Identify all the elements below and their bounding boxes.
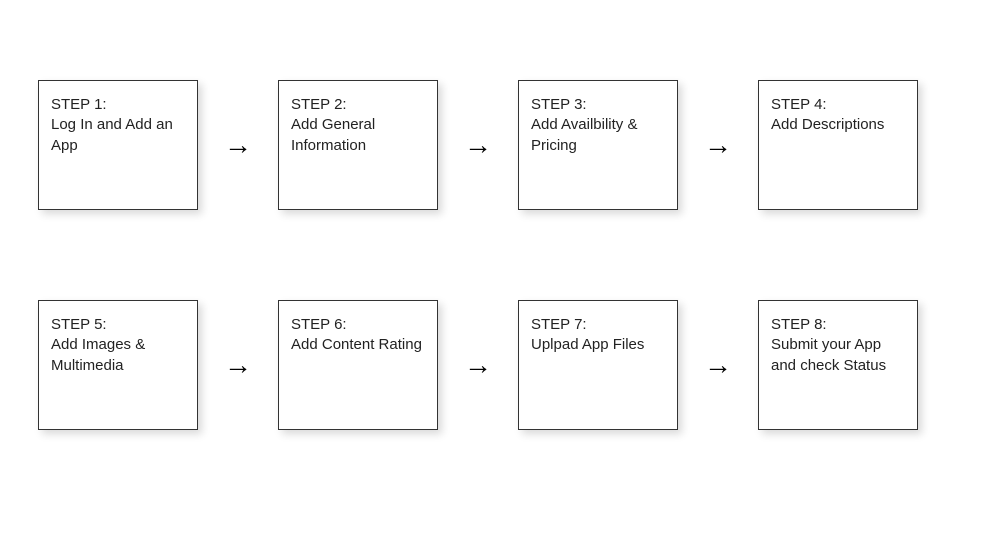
arrow-right-icon: → [678, 349, 758, 381]
step-box-4: STEP 4: Add Descriptions [758, 80, 918, 210]
step-box-3: STEP 3: Add Availbility & Pricing [518, 80, 678, 210]
step-label: STEP 7: [531, 315, 665, 335]
flow-row-1: STEP 1: Log In and Add an App → STEP 2: … [38, 80, 968, 210]
step-label: STEP 6: [291, 315, 425, 335]
arrow-right-icon: → [198, 129, 278, 161]
arrow-right-icon: → [438, 129, 518, 161]
step-box-8: STEP 8: Submit your App and check Status [758, 300, 918, 430]
step-description: Add Content Rating [291, 335, 425, 355]
step-description: Submit your App and check Status [771, 335, 905, 376]
step-description: Add Images & Multimedia [51, 335, 185, 376]
step-label: STEP 2: [291, 95, 425, 115]
step-label: STEP 8: [771, 315, 905, 335]
step-description: Log In and Add an App [51, 115, 185, 156]
arrow-right-icon: → [678, 129, 758, 161]
step-box-1: STEP 1: Log In and Add an App [38, 80, 198, 210]
step-description: Add Descriptions [771, 115, 905, 135]
arrow-right-icon: → [198, 349, 278, 381]
arrow-right-icon: → [438, 349, 518, 381]
flow-row-2: STEP 5: Add Images & Multimedia → STEP 6… [38, 300, 968, 430]
step-description: Add General Information [291, 115, 425, 156]
process-flow-diagram: STEP 1: Log In and Add an App → STEP 2: … [38, 80, 968, 520]
step-label: STEP 4: [771, 95, 905, 115]
step-box-2: STEP 2: Add General Information [278, 80, 438, 210]
step-description: Uplpad App Files [531, 335, 665, 355]
step-box-5: STEP 5: Add Images & Multimedia [38, 300, 198, 430]
step-description: Add Availbility & Pricing [531, 115, 665, 156]
step-box-7: STEP 7: Uplpad App Files [518, 300, 678, 430]
step-box-6: STEP 6: Add Content Rating [278, 300, 438, 430]
step-label: STEP 1: [51, 95, 185, 115]
step-label: STEP 3: [531, 95, 665, 115]
step-label: STEP 5: [51, 315, 185, 335]
